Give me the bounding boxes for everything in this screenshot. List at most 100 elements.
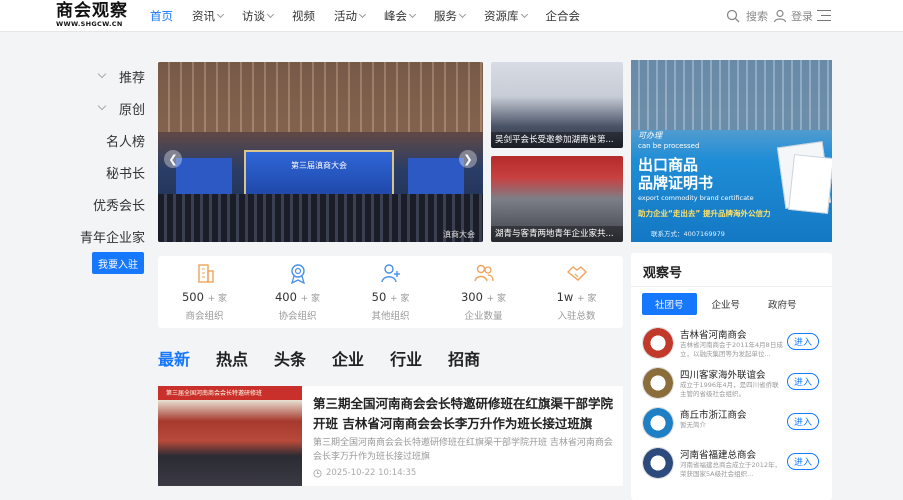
ad-line3: export commodity brand certificate	[638, 194, 754, 202]
prev-arrow-icon[interactable]: ❮	[164, 150, 182, 168]
logo-text: 商会观察	[56, 1, 128, 21]
search-button[interactable]: 搜索	[726, 8, 768, 24]
site-logo[interactable]: 商会观察 WWW.SHGCW.CN	[56, 2, 130, 30]
nav-item[interactable]: 活动	[334, 0, 367, 32]
org-name[interactable]: 四川客家海外联谊会	[680, 367, 766, 381]
main-nav: 首页 资讯 访谈 视频 活动 峰会 服务 资源库 企合会	[150, 0, 599, 32]
next-arrow-icon[interactable]: ❯	[459, 150, 477, 168]
observer-panel: 观察号 社团号 企业号 政府号 吉林省河南商会 吉林省河南商会于2011年4月8日成立…	[631, 253, 832, 500]
content-tab[interactable]: 热点	[216, 346, 248, 370]
news-item[interactable]: 第三届全国河南商会会长特邀研修班 第三期全国河南商会会长特邀研修班在红旗渠干部学…	[158, 386, 623, 486]
thumb-caption: 吴剑平会长受邀参加湖南省第...	[491, 132, 623, 148]
org-item[interactable]: 吉林省河南商会 吉林省河南商会于2011年4月8日成立，以融庆集团等为发起单位..…	[642, 327, 827, 367]
content-tab[interactable]: 最新	[158, 346, 190, 370]
nav-item[interactable]: 访谈	[242, 0, 275, 32]
news-image-banner: 第三届全国河南商会会长特邀研修班	[166, 390, 263, 397]
nav-item[interactable]: 峰会	[384, 0, 417, 32]
org-item[interactable]: 四川客家海外联谊会 成立于1996年4月，是四川省侨联主管的省级社会组织。 进入	[642, 367, 827, 407]
nav-item[interactable]: 资讯	[192, 0, 225, 32]
org-name[interactable]: 商丘市浙江商会	[680, 407, 747, 421]
org-desc: 成立于1996年4月，是四川省侨联主管的省级社会组织。	[680, 381, 779, 398]
nav-label: 视频	[292, 9, 315, 23]
main-banner[interactable]: 第三届滇商大会 ❮ ❯ 滇商大会	[158, 62, 483, 242]
stat-item[interactable]: 300 + 家企业数量	[437, 256, 530, 328]
menu-icon[interactable]	[817, 10, 831, 22]
news-thumb-1[interactable]: 吴剑平会长受邀参加湖南省第...	[491, 62, 623, 148]
sidebar-item[interactable]: 推荐	[70, 60, 145, 92]
sidebar-item[interactable]: 青年企业家	[70, 220, 145, 252]
stat-item[interactable]: 500 + 家商会组织	[158, 256, 251, 328]
news-thumb-2[interactable]: 湖青与客青两地青年企业家共...	[491, 156, 623, 242]
banner-caption: 滇商大会	[443, 230, 475, 239]
enter-button[interactable]: 进入	[787, 373, 819, 390]
clock-icon	[313, 468, 322, 478]
stat-unit: + 家	[300, 294, 320, 304]
org-desc: 河南省福建总商会成立于2012年，荣获国家5A级社会组织...	[680, 461, 782, 478]
nav-item[interactable]: 资源库	[484, 0, 528, 32]
nav-item[interactable]: 企合会	[546, 0, 581, 32]
org-logo-icon	[642, 327, 674, 359]
search-icon	[726, 9, 740, 23]
nav-item[interactable]: 视频	[292, 0, 315, 32]
nav-item[interactable]: 首页	[150, 0, 173, 32]
enter-button[interactable]: 进入	[787, 333, 819, 350]
sidebar-item-label: 推荐	[118, 70, 145, 86]
observer-title: 观察号	[643, 266, 683, 281]
news-title[interactable]: 第三期全国河南商会会长特邀研修班在红旗渠干部学院开班 吉林省河南商会会长李万升作…	[313, 394, 615, 434]
left-sidebar: 推荐原创名人榜秘书长优秀会长青年企业家	[70, 60, 145, 252]
sidebar-item-label: 名人榜	[105, 134, 145, 150]
chevron-down-icon	[408, 10, 417, 19]
thumb-caption: 湖青与客青两地青年企业家共...	[491, 226, 623, 242]
enter-button[interactable]: 进入	[787, 453, 819, 470]
observer-tab[interactable]: 企业号	[699, 293, 754, 315]
sidebar-item[interactable]: 秘书长	[70, 156, 145, 188]
stat-number: 1w	[556, 290, 574, 304]
stat-label: 商会组织	[185, 311, 224, 322]
stat-item[interactable]: 400 + 家协会组织	[251, 256, 344, 328]
observer-tab[interactable]: 社团号	[642, 293, 697, 315]
chevron-down-icon	[97, 101, 107, 111]
news-desc: 第三期全国河南商会会长特邀研修班在红旗渠干部学院开班 吉林省河南商会会长李万升作…	[313, 438, 613, 462]
handshake-icon	[566, 266, 587, 281]
news-image[interactable]: 第三届全国河南商会会长特邀研修班	[158, 386, 302, 486]
nav-item[interactable]: 服务	[434, 0, 467, 32]
org-name[interactable]: 吉林省河南商会	[680, 327, 747, 341]
observer-tabs: 社团号 企业号 政府号	[642, 293, 812, 315]
enter-button[interactable]: 进入	[787, 413, 819, 430]
join-button[interactable]: 我要入驻	[92, 252, 144, 274]
user-icon	[773, 9, 787, 23]
chevron-down-icon	[520, 10, 528, 19]
org-item[interactable]: 河南省福建总商会 河南省福建总商会成立于2012年，荣获国家5A级社会组织... 进…	[642, 447, 827, 487]
sidebar-item-label: 青年企业家	[79, 230, 145, 246]
stat-unit: + 家	[576, 294, 597, 304]
users-icon	[473, 264, 494, 282]
sidebar-item[interactable]: 名人榜	[70, 124, 145, 156]
search-label: 搜索	[746, 10, 768, 23]
content-tab[interactable]: 企业	[332, 346, 364, 370]
stat-number: 500	[181, 290, 204, 304]
org-item[interactable]: 商丘市浙江商会 暂无简介 进入	[642, 407, 827, 447]
org-name[interactable]: 河南省福建总商会	[680, 447, 756, 461]
sidebar-item[interactable]: 原创	[70, 92, 145, 124]
sidebar-item-label: 原创	[118, 102, 145, 118]
nav-label: 企合会	[545, 9, 581, 23]
nav-label: 峰会	[384, 9, 407, 23]
stat-label: 其他组织	[371, 311, 410, 322]
user-add-icon	[380, 264, 400, 283]
sidebar-item-label: 优秀会长	[92, 198, 145, 214]
observer-tab[interactable]: 政府号	[755, 293, 810, 315]
content-tab[interactable]: 招商	[448, 346, 480, 370]
chevron-down-icon	[97, 69, 107, 79]
stat-item[interactable]: 50 + 家其他组织	[344, 256, 437, 328]
news-time-text: 2025-10-22 10:14:35	[326, 468, 417, 478]
sidebar-item-label: 秘书长	[105, 166, 145, 182]
ad-banner[interactable]: 可办理 can be processed 出口商品 品牌证明书 export c…	[631, 60, 832, 242]
login-button[interactable]: 登录	[773, 8, 813, 24]
ad-title-2: 品牌证明书	[638, 174, 714, 192]
content-tab[interactable]: 头条	[274, 346, 306, 370]
stat-item[interactable]: 1w + 家入驻总数	[530, 256, 623, 328]
medal-icon	[290, 264, 305, 284]
sidebar-item[interactable]: 优秀会长	[70, 188, 145, 220]
content-tab[interactable]: 行业	[390, 346, 422, 370]
org-logo-icon	[642, 407, 674, 439]
